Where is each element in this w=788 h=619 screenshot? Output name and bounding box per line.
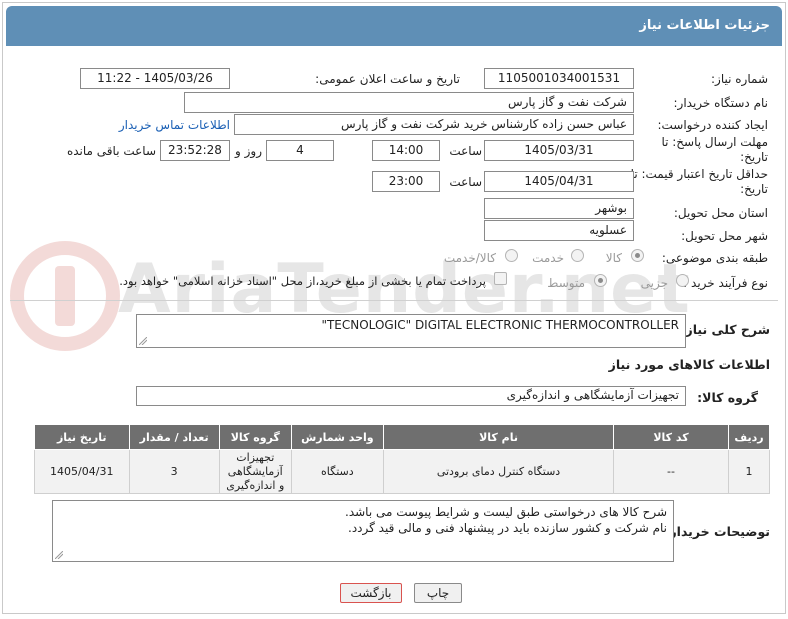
deadline-time-label: ساعت <box>449 144 482 158</box>
header-bar: جزئیات اطلاعات نیاز <box>6 6 782 46</box>
city-field[interactable]: عسلویه <box>484 220 634 241</box>
remaining-time-field[interactable]: 23:52:28 <box>160 140 230 161</box>
price-valid-label: حداقل تاریخ اعتبار قیمت: تا تاریخ: <box>628 167 768 197</box>
category-label: طبقه بندی موضوعی: <box>661 251 768 265</box>
process-option-medium: متوسط <box>547 276 585 290</box>
buyer-org-label: نام دستگاه خریدار: <box>673 96 769 110</box>
cell-code: -- <box>612 449 729 494</box>
col-group: گروه کالا <box>218 424 292 450</box>
deadline-date-field[interactable]: 1405/03/31 <box>484 140 634 161</box>
deadline-time-field[interactable]: 14:00 <box>372 140 440 161</box>
description-text: "TECNOLOGIC" DIGITAL ELECTRONIC THERMOCO… <box>321 318 679 332</box>
page-title: جزئیات اطلاعات نیاز <box>639 18 770 33</box>
goods-section-title: اطلاعات کالاهای مورد نیاز <box>608 357 770 372</box>
divider <box>10 300 778 301</box>
cell-date: 1405/04/31 <box>34 449 130 494</box>
creator-field[interactable]: عباس حسن زاده کارشناس خرید شرکت نفت و گا… <box>234 114 634 135</box>
table-row[interactable]: 1 -- دستگاه کنترل دمای برودتی دستگاه تجه… <box>34 449 771 494</box>
cell-quantity: 3 <box>128 449 220 494</box>
col-quantity: تعداد / مقدار <box>128 424 220 450</box>
print-button[interactable]: چاپ <box>414 583 462 603</box>
buyer-notes-line-2: نام شرکت و کشور سازنده باید در پیشنهاد ف… <box>348 521 667 535</box>
province-label: استان محل تحویل: <box>673 206 768 220</box>
process-label: نوع فرآیند خرید : <box>683 276 768 290</box>
deadline-label-text: مهلت ارسال پاسخ: تا تاریخ: <box>661 135 768 164</box>
payment-checkbox[interactable] <box>494 272 507 285</box>
deadline-label: مهلت ارسال پاسخ: تا تاریخ: <box>638 135 768 165</box>
province-field[interactable]: بوشهر <box>484 198 634 219</box>
process-option-minor: جزیی <box>640 276 668 290</box>
price-valid-label-text: حداقل تاریخ اعتبار قیمت: تا تاریخ: <box>630 167 768 196</box>
cell-row: 1 <box>727 449 771 494</box>
cell-group: تجهیزات آزمایشگاهی و اندازه‌گیری <box>218 449 292 494</box>
announce-field[interactable]: 1405/03/26 - 11:22 <box>80 68 230 89</box>
creator-label: ایجاد کننده درخواست: <box>657 118 768 132</box>
buyer-notes-label: توضیحات خریدار: <box>664 524 770 539</box>
announce-label: تاریخ و ساعت اعلان عمومی: <box>315 72 460 86</box>
price-valid-time-field[interactable]: 23:00 <box>372 171 440 192</box>
col-unit: واحد شمارش <box>290 424 385 450</box>
cell-unit: دستگاه <box>290 449 385 494</box>
category-radio-goods-service[interactable] <box>505 249 518 262</box>
need-number-label: شماره نیاز: <box>711 72 768 86</box>
items-table: ردیف کد کالا نام کالا واحد شمارش گروه کا… <box>34 424 771 494</box>
need-number-field[interactable]: 1105001034001531 <box>484 68 634 89</box>
goods-group-field[interactable]: تجهیزات آزمایشگاهی و اندازه‌گیری <box>136 386 686 406</box>
category-radio-goods[interactable] <box>631 249 644 262</box>
days-label: روز و <box>235 144 262 158</box>
col-row: ردیف <box>727 424 771 450</box>
process-radio-minor[interactable] <box>676 274 689 287</box>
category-option-service: خدمت <box>532 251 564 265</box>
payment-note: پرداخت تمام یا بخشی از مبلغ خرید،از محل … <box>119 274 486 288</box>
category-option-goods: کالا <box>605 251 622 265</box>
buyer-notes-textarea[interactable]: شرح کالا های درخواستی طبق لیست و شرایط پ… <box>52 500 674 562</box>
table-header-row: ردیف کد کالا نام کالا واحد شمارش گروه کا… <box>34 424 771 450</box>
resize-handle-icon[interactable] <box>55 551 63 559</box>
price-valid-date-field[interactable]: 1405/04/31 <box>484 171 634 192</box>
city-label: شهر محل تحویل: <box>681 229 768 243</box>
category-radio-service[interactable] <box>571 249 584 262</box>
days-field[interactable]: 4 <box>266 140 334 161</box>
contact-buyer-link[interactable]: اطلاعات تماس خریدار <box>119 118 230 132</box>
category-option-goods-service: کالا/خدمت <box>443 251 496 265</box>
resize-handle-icon[interactable] <box>139 337 147 345</box>
remaining-label: ساعت باقی مانده <box>66 144 156 158</box>
buyer-notes-line-1: شرح کالا های درخواستی طبق لیست و شرایط پ… <box>345 505 667 519</box>
description-label: شرح کلی نیاز: <box>680 322 770 337</box>
description-textarea[interactable]: "TECNOLOGIC" DIGITAL ELECTRONIC THERMOCO… <box>136 314 686 348</box>
col-date: تاریخ نیاز <box>34 424 130 450</box>
goods-group-label: گروه کالا: <box>697 390 758 405</box>
col-name: نام کالا <box>383 424 614 450</box>
process-radio-medium[interactable] <box>594 274 607 287</box>
price-valid-time-label: ساعت <box>449 175 482 189</box>
back-button[interactable]: بازگشت <box>340 583 402 603</box>
cell-name: دستگاه کنترل دمای برودتی <box>383 449 614 494</box>
col-code: کد کالا <box>612 424 729 450</box>
buyer-org-field[interactable]: شرکت نفت و گاز پارس <box>184 92 634 113</box>
